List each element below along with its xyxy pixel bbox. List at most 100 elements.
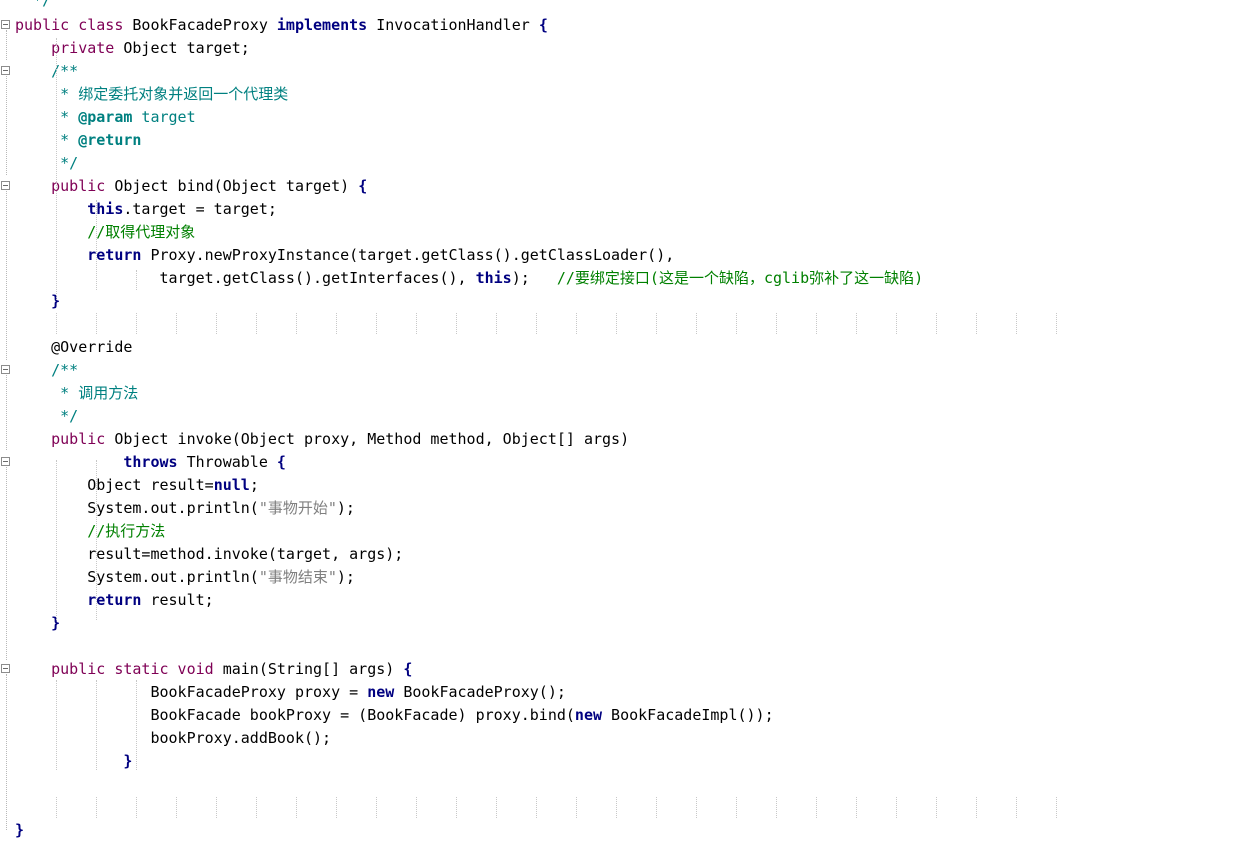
code-line[interactable]: return Proxy.newProxyInstance(target.get…: [15, 244, 674, 267]
code-line[interactable]: /**: [15, 60, 78, 83]
indent-guide: [696, 797, 697, 818]
indent-guide: [896, 797, 897, 818]
indent-guide: [256, 797, 257, 818]
fold-range-line: [6, 467, 7, 660]
code-token: Throwable: [177, 453, 277, 471]
code-line[interactable]: }: [15, 819, 24, 842]
code-line[interactable]: result=method.invoke(target, args);: [15, 543, 403, 566]
code-token: public: [51, 177, 115, 195]
indent-guide: [336, 313, 337, 334]
code-token: /**: [15, 62, 79, 80]
code-line[interactable]: */: [15, 405, 78, 428]
code-line[interactable]: public Object bind(Object target) {: [15, 175, 367, 198]
code-token: "事物开始": [258, 499, 337, 517]
fold-range-line: [6, 30, 7, 60]
indent-guide: [376, 313, 377, 334]
code-token: main(String[] args): [222, 660, 404, 678]
code-token: public: [51, 430, 115, 448]
code-area[interactable]: */ public class BookFacadeProxy implement…: [15, 0, 1247, 868]
code-token: BookFacadeProxy: [132, 16, 277, 34]
indent-guide: [496, 797, 497, 818]
indent-guide: [936, 313, 937, 334]
indent-guide: [1016, 313, 1017, 334]
indent-guide: [216, 797, 217, 818]
code-token: new: [367, 683, 395, 701]
indent-guide: [56, 313, 57, 334]
indent-guide: [176, 797, 177, 818]
indent-guide: [296, 313, 297, 334]
indent-guide: [696, 313, 697, 334]
fold-toggle-icon[interactable]: [1, 457, 10, 466]
indent-guide: [96, 460, 97, 620]
code-token: ;: [249, 476, 259, 494]
code-token: @param: [78, 108, 133, 126]
fold-toggle-icon[interactable]: [1, 20, 10, 29]
code-line[interactable]: }: [15, 612, 60, 635]
indent-guide: [536, 797, 537, 818]
code-token: */: [15, 407, 79, 425]
code-line[interactable]: * @param target: [15, 106, 195, 129]
code-line[interactable]: Object result=null;: [15, 474, 259, 497]
code-token: Object target;: [123, 39, 250, 57]
indent-guide: [856, 313, 857, 334]
code-editor[interactable]: */ public class BookFacadeProxy implement…: [0, 0, 1247, 868]
code-line[interactable]: System.out.println("事物开始");: [15, 497, 355, 520]
code-line[interactable]: target.getClass().getInterfaces(), this)…: [15, 267, 923, 290]
fold-toggle-icon[interactable]: [1, 181, 10, 190]
indent-guide: [776, 313, 777, 334]
code-token: }: [123, 752, 133, 770]
fold-toggle-icon[interactable]: [1, 664, 10, 673]
indent-guide: [136, 313, 137, 334]
code-line[interactable]: * @return: [15, 129, 141, 152]
indent-guide: [856, 797, 857, 818]
indent-guide: [576, 313, 577, 334]
code-token: System.out.println(: [15, 568, 259, 586]
fold-toggle-icon[interactable]: [1, 66, 10, 75]
code-line[interactable]: BookFacadeProxy proxy = new BookFacadePr…: [15, 681, 565, 704]
code-token: }: [15, 821, 25, 839]
indent-guide: [136, 797, 137, 818]
code-line[interactable]: private Object target;: [15, 37, 250, 60]
code-line[interactable]: @Override: [15, 336, 132, 359]
code-line[interactable]: * 调用方法: [15, 382, 138, 405]
code-token: result=method.invoke(target, args);: [15, 545, 404, 563]
indent-guide: [1056, 313, 1057, 334]
indent-guide: [416, 313, 417, 334]
code-token: null: [213, 476, 250, 494]
code-line[interactable]: public Object invoke(Object proxy, Metho…: [15, 428, 629, 451]
code-line[interactable]: //取得代理对象: [15, 221, 195, 244]
indent-guide: [296, 797, 297, 818]
code-line[interactable]: BookFacade bookProxy = (BookFacade) prox…: [15, 704, 773, 727]
code-token: result;: [141, 591, 214, 609]
code-token: Object bind(Object target): [114, 177, 359, 195]
code-line[interactable]: public static void main(String[] args) {: [15, 658, 412, 681]
indent-guide: [96, 680, 97, 770]
fold-range-line: [6, 674, 7, 830]
code-token: Object invoke(Object proxy, Method metho…: [114, 430, 630, 448]
code-line[interactable]: return result;: [15, 589, 214, 612]
code-line[interactable]: this.target = target;: [15, 198, 277, 221]
code-line[interactable]: }: [15, 290, 60, 313]
indent-guide: [56, 38, 57, 300]
fold-range-line: [6, 375, 7, 450]
code-line[interactable]: /**: [15, 359, 78, 382]
code-line[interactable]: */: [15, 0, 51, 12]
code-token: new: [574, 706, 603, 724]
code-line[interactable]: bookProxy.addBook();: [15, 727, 331, 750]
code-line[interactable]: }: [15, 750, 132, 773]
code-token: bookProxy.addBook();: [15, 729, 332, 747]
code-line[interactable]: //执行方法: [15, 520, 165, 543]
code-token: {: [358, 177, 368, 195]
indent-guide: [56, 460, 57, 620]
code-token: InvocationHandler: [367, 16, 539, 34]
fold-toggle-icon[interactable]: [1, 365, 10, 374]
code-token: BookFacade bookProxy = (BookFacade) prox…: [15, 706, 575, 724]
code-line[interactable]: */: [15, 152, 78, 175]
code-token: */: [15, 154, 79, 172]
code-line[interactable]: public class BookFacadeProxy implements …: [15, 14, 548, 37]
indent-guide: [936, 797, 937, 818]
code-line[interactable]: System.out.println("事物结束");: [15, 566, 355, 589]
